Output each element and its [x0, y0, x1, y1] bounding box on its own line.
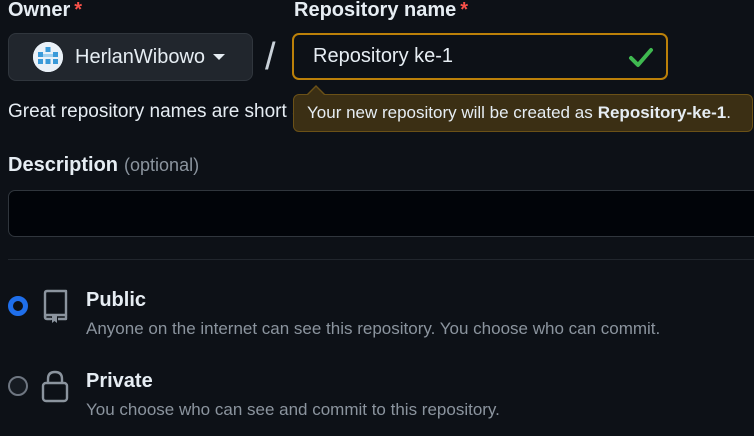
private-description: You choose who can see and commit to thi…: [86, 400, 500, 419]
tooltip-suffix: .: [726, 103, 731, 122]
repository-name-input[interactable]: [292, 33, 668, 80]
private-radio[interactable]: [8, 376, 28, 396]
create-repository-form: Owner* HerlanWibowo / Repository name* G…: [0, 0, 754, 436]
required-mark: *: [460, 0, 469, 21]
owner-repo-separator: /: [265, 36, 276, 78]
repository-name-label-text: Repository name: [294, 0, 457, 21]
tooltip-prefix: Your new repository will be created as: [307, 103, 593, 122]
divider: [8, 259, 754, 260]
description-input[interactable]: [8, 190, 754, 237]
owner-label: Owner *: [8, 0, 82, 22]
chevron-down-icon: [213, 54, 226, 60]
description-label-text: Description: [8, 154, 119, 176]
identicon-avatar-icon: [33, 42, 63, 72]
repo-icon: [43, 289, 68, 323]
optional-tag: (optional): [124, 155, 200, 175]
repository-name-label: Repository name *: [294, 0, 468, 22]
lock-icon: [41, 370, 69, 403]
private-title: Private: [86, 370, 153, 392]
description-label: Description (optional): [8, 154, 199, 177]
check-icon: [629, 48, 653, 67]
owner-select-button[interactable]: HerlanWibowo: [8, 33, 253, 81]
public-title: Public: [86, 289, 147, 311]
public-description: Anyone on the internet can see this repo…: [86, 319, 661, 338]
required-mark: *: [74, 0, 83, 21]
owner-label-text: Owner: [8, 0, 71, 21]
public-radio[interactable]: [8, 296, 28, 316]
tooltip-repo-name: Repository-ke-1: [597, 103, 727, 122]
avatar: [33, 42, 63, 72]
repository-name-tooltip: Your new repository will be created as Re…: [293, 94, 753, 132]
tooltip-arrow-fill: [307, 87, 325, 96]
owner-name: HerlanWibowo: [75, 45, 206, 68]
